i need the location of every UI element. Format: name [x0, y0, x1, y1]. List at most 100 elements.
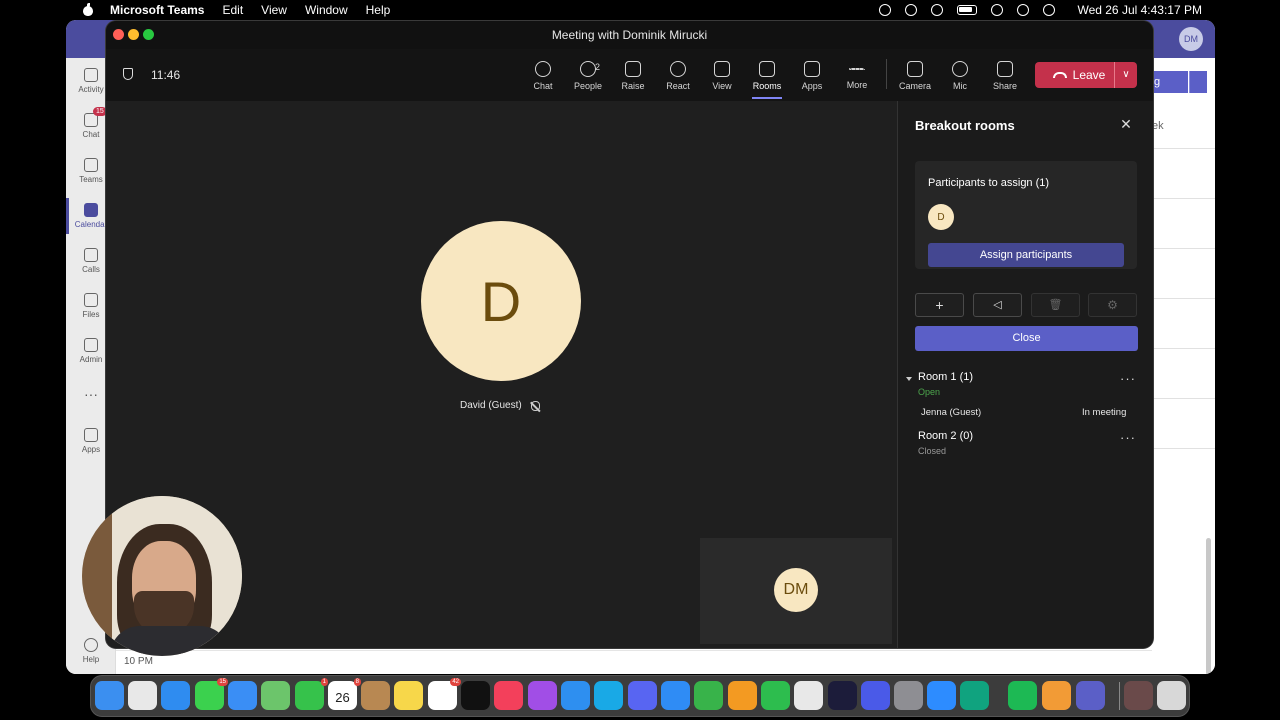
room-item[interactable]: Room 1 (1) Open ···: [906, 371, 1146, 401]
minimize-window-icon[interactable]: [128, 29, 139, 40]
room-more-icon[interactable]: ···: [1120, 371, 1136, 386]
dock-garageband-icon[interactable]: [1042, 681, 1071, 710]
breakout-rooms-panel: Breakout rooms ✕ Participants to assign …: [897, 101, 1153, 648]
dock-discord-icon[interactable]: [628, 681, 657, 710]
share-icon: [997, 61, 1013, 77]
dock-safari-icon[interactable]: [161, 681, 190, 710]
dock-webex-icon[interactable]: [828, 681, 857, 710]
menu-clock[interactable]: Wed 26 Jul 4:43:17 PM: [1077, 3, 1202, 17]
rail-label: Calls: [82, 265, 100, 274]
dock-music-icon[interactable]: [494, 681, 523, 710]
dock-whatsapp-icon[interactable]: [761, 681, 790, 710]
dock-photos-like-icon[interactable]: [861, 681, 890, 710]
webcam-overlay: [82, 496, 242, 656]
delete-room-button[interactable]: 🗑: [1031, 293, 1080, 317]
unassigned-avatar[interactable]: D: [928, 204, 954, 230]
room-status: Closed: [918, 446, 947, 456]
dock-chatgpt-icon[interactable]: [960, 681, 989, 710]
avatar[interactable]: DM: [1179, 27, 1203, 51]
toolbar-view-button[interactable]: View: [699, 49, 745, 101]
grammarly-icon[interactable]: [905, 3, 918, 16]
menu-help[interactable]: Help: [366, 3, 391, 17]
dock-chrome-icon[interactable]: [794, 681, 823, 710]
meeting-toolbar: 11:46 Chat 2 People Raise React View Roo…: [106, 49, 1153, 101]
close-icon[interactable]: ✕: [1119, 117, 1133, 131]
leave-button[interactable]: Leave: [1035, 62, 1123, 88]
unread-badge: 15: [93, 107, 107, 116]
calendar-day: 26: [335, 690, 350, 705]
menu-edit[interactable]: Edit: [222, 3, 243, 17]
toolbar-raise-button[interactable]: Raise: [610, 49, 656, 101]
room-settings-button[interactable]: ⚙: [1088, 293, 1137, 317]
dock-contacts-icon[interactable]: [361, 681, 390, 710]
calendar-time-label: 10 PM: [124, 656, 153, 667]
dock-facetime-icon[interactable]: 1: [295, 678, 328, 710]
dock-podcasts-icon[interactable]: [528, 681, 557, 710]
join-dropdown[interactable]: [1189, 71, 1207, 93]
wifi-icon[interactable]: [991, 3, 1004, 16]
toolbar-label: People: [573, 81, 603, 91]
meeting-title: Meeting with Dominik Mirucki: [551, 28, 708, 42]
close-window-icon[interactable]: [113, 29, 124, 40]
menu-view[interactable]: View: [261, 3, 287, 17]
toolbar-chat-button[interactable]: Chat: [520, 49, 566, 101]
toolbar-apps-button[interactable]: Apps: [789, 49, 835, 101]
dock-zoom-icon[interactable]: [927, 681, 956, 710]
add-room-button[interactable]: +: [915, 293, 964, 317]
play-icon[interactable]: [931, 3, 944, 16]
dock-teams-icon[interactable]: [1076, 681, 1105, 710]
dock-badge: 1: [320, 678, 328, 686]
dock-trash-icon[interactable]: [1157, 681, 1186, 710]
scrollbar[interactable]: [1206, 538, 1211, 674]
view-selector[interactable]: ek: [1152, 120, 1164, 132]
grid-line: [1152, 248, 1215, 249]
dock-maps-icon[interactable]: [261, 681, 290, 710]
dock-apple-tv-icon[interactable]: [461, 681, 490, 710]
grid-line: [1152, 448, 1215, 449]
plus-icon: [804, 61, 820, 77]
toolbar-more-button[interactable]: More: [834, 49, 880, 101]
dock-calendar-icon[interactable]: 26 8: [328, 678, 361, 710]
toolbar-share-button[interactable]: Share: [982, 49, 1028, 101]
announcement-button[interactable]: ◁: [973, 293, 1022, 317]
battery-icon[interactable]: [957, 4, 978, 15]
phone-icon: [84, 248, 98, 262]
dock-pages-icon[interactable]: [728, 681, 757, 710]
control-center-icon[interactable]: [1043, 3, 1056, 16]
app-menu[interactable]: Microsoft Teams: [110, 3, 204, 17]
brightness-icon[interactable]: [879, 3, 892, 16]
dock-photo-stack-icon[interactable]: [1124, 681, 1153, 710]
leave-options-button[interactable]: ∨: [1114, 62, 1137, 88]
dock-numbers-icon[interactable]: [694, 681, 723, 710]
toolbar-react-button[interactable]: React: [655, 49, 701, 101]
dock-skype-icon[interactable]: [594, 681, 623, 710]
room-item[interactable]: Room 2 (0) Closed ···: [906, 430, 1146, 460]
join-button[interactable]: g: [1152, 71, 1188, 93]
caret-down-icon[interactable]: [906, 377, 912, 381]
dock-reminders-icon[interactable]: 42: [428, 678, 461, 710]
dock-keynote-icon[interactable]: [561, 681, 590, 710]
dock-spotify-icon[interactable]: [1008, 681, 1037, 710]
spotlight-icon[interactable]: [1017, 3, 1030, 16]
dock-messages-icon[interactable]: 15: [195, 678, 228, 710]
self-video-tile[interactable]: DM: [700, 538, 892, 644]
dock-launchpad-icon[interactable]: [128, 681, 157, 710]
hand-icon: [625, 61, 641, 77]
dock-app-store-icon[interactable]: [661, 681, 690, 710]
dock-notes-icon[interactable]: [394, 681, 423, 710]
menu-window[interactable]: Window: [305, 3, 348, 17]
close-rooms-button[interactable]: Close: [915, 326, 1138, 351]
assign-participants-button[interactable]: Assign participants: [928, 243, 1124, 267]
toolbar-mic-button[interactable]: Mic: [937, 49, 983, 101]
dock-finder-icon[interactable]: [95, 681, 124, 710]
toolbar-people-button[interactable]: 2 People: [565, 49, 611, 101]
toolbar-camera-button[interactable]: Camera: [892, 49, 938, 101]
dock-mail-icon[interactable]: [228, 681, 257, 710]
toolbar-label: Raise: [621, 81, 645, 91]
toolbar-rooms-button[interactable]: Rooms: [744, 49, 790, 101]
dock-system-prefs-icon[interactable]: [894, 681, 923, 710]
apple-icon[interactable]: [82, 3, 94, 16]
room-more-icon[interactable]: ···: [1120, 430, 1136, 445]
maximize-window-icon[interactable]: [143, 29, 154, 40]
panel-title: Breakout rooms: [915, 118, 1015, 133]
